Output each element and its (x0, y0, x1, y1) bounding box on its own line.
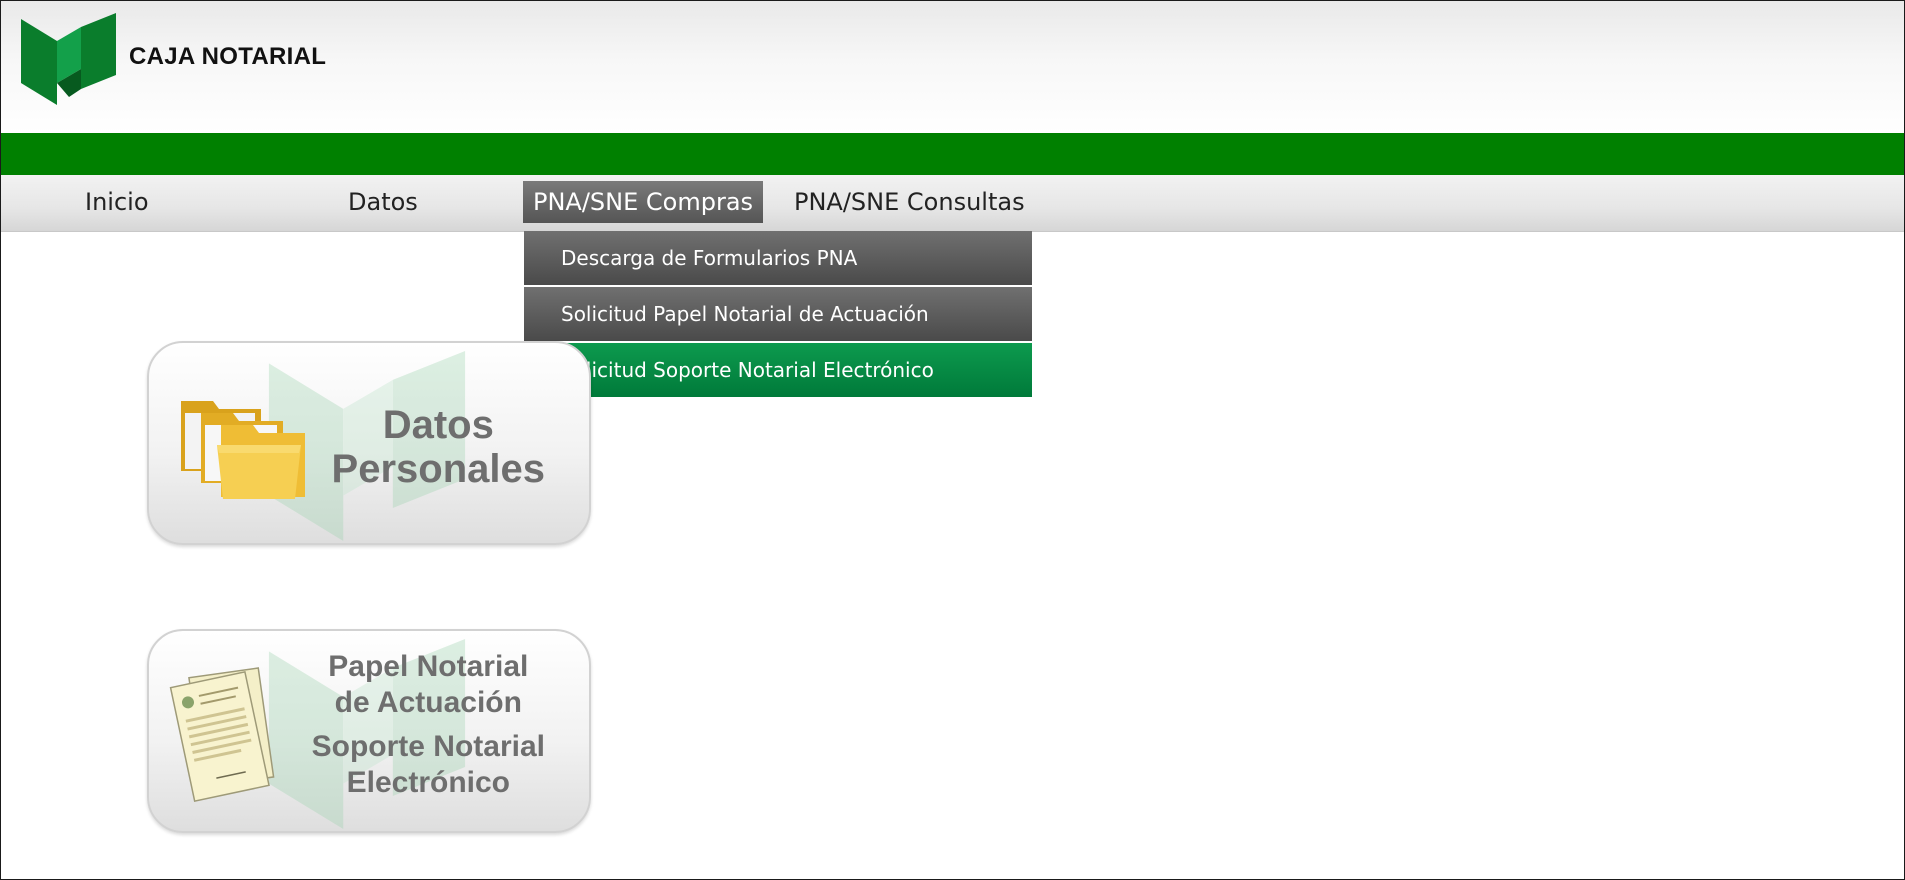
notarial-paper-icon (169, 667, 275, 803)
brand-name: CAJA NOTARIAL (129, 43, 327, 70)
browser-viewport: CAJA NOTARIAL Inicio Datos PNA/SNE Compr… (0, 0, 1905, 880)
nav-item-pna-sne-consultas[interactable]: PNA/SNE Consultas (794, 181, 1025, 223)
datos-personales-label: Datos Personales (332, 403, 545, 491)
card-label-line: de Actuación (334, 686, 522, 719)
main-nav: Inicio Datos PNA/SNE Compras PNA/SNE Con… (1, 175, 1904, 232)
datos-personales-card[interactable]: Datos Personales (147, 341, 591, 545)
compras-dropdown-menu: Descarga de Formularios PNA Solicitud Pa… (524, 231, 1032, 399)
nav-item-datos[interactable]: Datos (348, 181, 418, 223)
folders-icon (181, 401, 305, 499)
menu-item-solicitud-papel-notarial[interactable]: Solicitud Papel Notarial de Actuación (524, 287, 1032, 343)
nav-item-pna-sne-compras[interactable]: PNA/SNE Compras (523, 181, 764, 223)
papel-notarial-label: Papel Notarial de Actuación Soporte Nota… (312, 649, 545, 801)
menu-item-solicitud-soporte-notarial[interactable]: Solicitud Soporte Notarial Electrónico (524, 343, 1032, 399)
green-band (1, 133, 1904, 175)
card-label-line: Datos (382, 403, 494, 447)
nav-item-inicio[interactable]: Inicio (85, 181, 149, 223)
menu-item-descarga-formularios[interactable]: Descarga de Formularios PNA (524, 231, 1032, 287)
card-label-line: Papel Notarial (328, 650, 529, 683)
site-header: CAJA NOTARIAL (1, 1, 1904, 133)
card-label-line: Personales (331, 447, 545, 491)
card-label-line: Soporte Notarial (311, 730, 545, 763)
card-label-line: Electrónico (346, 766, 510, 799)
caja-notarial-logo-icon[interactable] (21, 13, 116, 105)
papel-notarial-card[interactable]: Papel Notarial de Actuación Soporte Nota… (147, 629, 591, 833)
